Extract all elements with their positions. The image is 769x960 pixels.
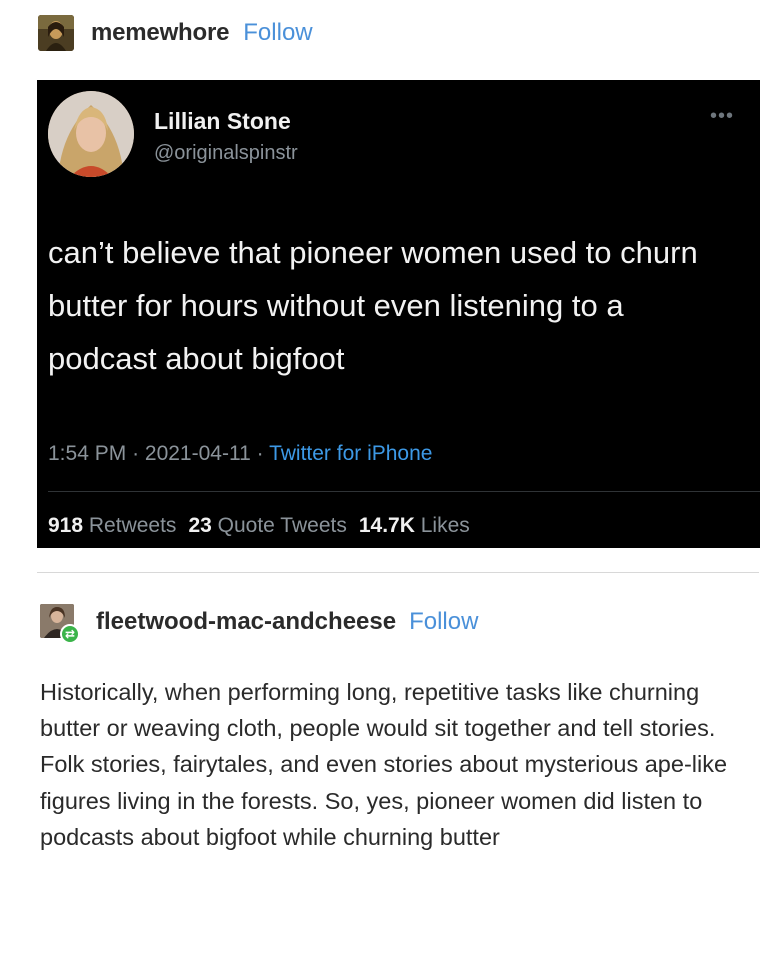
reblog-header: ⇄ fleetwood-mac-andcheese Follow (40, 603, 478, 644)
tweet-stats: 918 Retweets 23 Quote Tweets 14.7K Likes (48, 514, 470, 538)
tweet-author-handle[interactable]: @originalspinstr (154, 142, 298, 165)
tweet-source-link[interactable]: Twitter for iPhone (269, 442, 432, 465)
tweet-author-name[interactable]: Lillian Stone (154, 108, 291, 135)
quotes-stat[interactable]: 23 Quote Tweets (188, 514, 346, 537)
meta-separator: · (132, 442, 145, 465)
reblog-icon: ⇄ (60, 624, 80, 644)
meta-separator: · (256, 442, 270, 465)
ellipsis-icon[interactable]: ••• (710, 106, 734, 126)
quotes-label: Quote Tweets (217, 514, 347, 537)
embedded-tweet: Lillian Stone @originalspinstr ••• can’t… (37, 80, 760, 548)
reblog-username[interactable]: fleetwood-mac-andcheese (96, 608, 396, 636)
tweet-avatar[interactable] (48, 91, 134, 177)
avatar[interactable]: ⇄ (40, 604, 80, 644)
divider (48, 491, 760, 492)
tweet-meta: 1:54 PM · 2021-04-11 · Twitter for iPhon… (48, 442, 432, 466)
tweet-time[interactable]: 1:54 PM (48, 442, 126, 465)
quotes-count: 23 (188, 514, 212, 537)
likes-label: Likes (420, 514, 470, 537)
post-header: memewhore Follow (38, 14, 313, 52)
tweet-date[interactable]: 2021-04-11 (145, 442, 251, 465)
likes-count: 14.7K (358, 514, 415, 537)
profile-photo-icon (48, 91, 134, 177)
avatar[interactable] (38, 15, 74, 51)
retweets-label: Retweets (88, 514, 177, 537)
retweets-stat[interactable]: 918 Retweets (48, 514, 176, 537)
follow-button[interactable]: Follow (243, 19, 312, 47)
retweets-count: 918 (48, 514, 84, 537)
divider (37, 572, 759, 573)
likes-stat[interactable]: 14.7K Likes (359, 514, 470, 537)
tweet-text: can’t believe that pioneer women used to… (48, 235, 698, 376)
post-username[interactable]: memewhore (91, 19, 229, 47)
reblog-text: Historically, when performing long, repe… (40, 679, 728, 850)
painting-avatar-icon (38, 15, 74, 51)
tumblr-post: memewhore Follow Lillian Stone @original… (0, 0, 769, 960)
follow-button[interactable]: Follow (409, 608, 478, 636)
